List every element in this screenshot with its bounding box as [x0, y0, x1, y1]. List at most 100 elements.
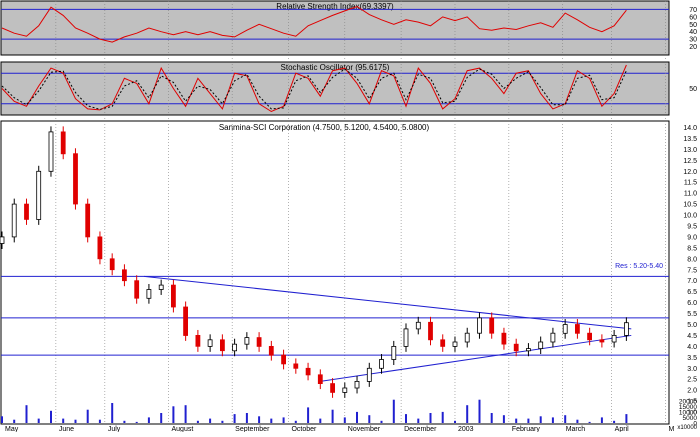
volume-bar — [588, 421, 591, 423]
volume-bar — [417, 418, 420, 423]
volume-bar — [392, 399, 395, 423]
candle-body — [513, 343, 519, 352]
month-label: October — [291, 426, 317, 432]
month-label: February — [512, 426, 541, 432]
volume-bar — [527, 418, 530, 423]
volume-bar — [576, 419, 579, 423]
month-label: September — [235, 426, 270, 432]
volume-bar — [1, 416, 3, 423]
volume-bar — [502, 415, 505, 423]
candle-body — [158, 284, 164, 290]
month-label: November — [348, 426, 381, 432]
volume-bar — [123, 420, 126, 423]
price-tick-label: 13.0 — [683, 147, 697, 154]
stochastic-tick-label: 50 — [689, 86, 697, 93]
price-tick-label: 11.5 — [684, 180, 697, 187]
volume-bar — [368, 415, 371, 423]
candle-body — [501, 332, 507, 345]
price-tick-label: 5.0 — [687, 322, 697, 329]
volume-bar — [86, 409, 89, 423]
candle-body — [0, 236, 5, 244]
volume-bar — [441, 411, 444, 423]
month-label: March — [566, 426, 586, 432]
price-tick-label: 9.5 — [687, 223, 697, 230]
volume-bar — [233, 414, 236, 423]
candle-body — [109, 258, 115, 271]
price-tick-label: 9.0 — [687, 234, 697, 241]
candle-body — [587, 332, 592, 341]
volume-bar — [564, 415, 567, 423]
candle-body — [464, 332, 470, 343]
volume-bar — [539, 416, 542, 423]
candle-body — [195, 334, 201, 347]
volume-bar — [50, 410, 52, 423]
price-tick-label: 7.5 — [687, 267, 697, 274]
stock-chart: Relative Strength Index(69.3397) Stochas… — [0, 0, 700, 433]
resistance-annotation: Res : 5.20-5.40 — [615, 263, 663, 270]
price-tick-label: 11.0 — [684, 191, 697, 198]
rsi-tick-label: 60 — [689, 14, 697, 21]
month-label: July — [108, 426, 121, 432]
price-tick-label: 5.5 — [687, 311, 697, 318]
candle-body — [207, 339, 213, 347]
volume-bar — [245, 413, 248, 423]
candle-body — [366, 367, 372, 382]
rsi-tick-label: 50 — [689, 22, 697, 29]
month-label: December — [404, 426, 437, 432]
volume-bar — [429, 413, 432, 423]
volume-tick-label: 0 — [693, 421, 697, 428]
volume-bar — [172, 406, 175, 423]
volume-bar — [221, 420, 224, 423]
price-tick-label: 12.0 — [683, 169, 697, 176]
volume-bar — [98, 419, 101, 423]
candle-body — [36, 170, 42, 220]
candle-body — [379, 359, 384, 369]
candle-body — [60, 131, 66, 155]
volume-bar — [147, 417, 150, 423]
candle-body — [305, 367, 311, 376]
price-tick-label: 4.0 — [687, 344, 697, 351]
volume-bar — [380, 420, 383, 423]
candle-body — [244, 337, 250, 345]
volume-bar — [331, 409, 334, 423]
price-tick-label: 7.0 — [687, 278, 697, 285]
volume-bar — [25, 405, 28, 423]
candle-body — [428, 321, 433, 341]
candle-body — [624, 322, 629, 336]
candle-body — [281, 354, 287, 365]
price-tick-label: 2.5 — [687, 377, 697, 384]
candle-body — [73, 153, 78, 205]
candle-body — [24, 203, 29, 220]
volume-bar — [62, 418, 65, 423]
candle-body — [575, 324, 580, 334]
rsi-tick-label: 20 — [689, 44, 697, 51]
volume-bar — [356, 411, 358, 423]
candle-body — [599, 339, 605, 343]
volume-bar — [319, 418, 322, 423]
volume-bar — [74, 419, 77, 423]
month-label: May — [5, 426, 19, 432]
volume-bar — [478, 399, 481, 423]
volume-bar — [282, 417, 285, 423]
volume-bar — [625, 414, 628, 423]
candle-body — [48, 131, 54, 172]
volume-bar — [209, 418, 212, 423]
chart-canvas: Relative Strength Index(69.3397) Stochas… — [0, 0, 698, 433]
price-tick-label: 10.5 — [683, 202, 697, 209]
candle-body — [134, 280, 140, 299]
candle-body — [538, 341, 544, 349]
month-label: M — [669, 426, 675, 432]
candle-body — [526, 348, 531, 352]
price-title: Sanmina-SCI Corporation (4.7500, 5.1200,… — [219, 123, 430, 132]
candle-body — [342, 387, 348, 393]
volume-bar — [343, 417, 346, 423]
volume-bar — [111, 403, 114, 423]
candle-body — [354, 380, 360, 389]
candle-body — [85, 203, 91, 238]
candle-body — [611, 334, 617, 343]
volume-bar — [258, 416, 261, 423]
candle-body — [146, 289, 152, 299]
candle-body — [415, 321, 421, 330]
candle-body — [330, 383, 336, 393]
candle-body — [452, 341, 458, 347]
